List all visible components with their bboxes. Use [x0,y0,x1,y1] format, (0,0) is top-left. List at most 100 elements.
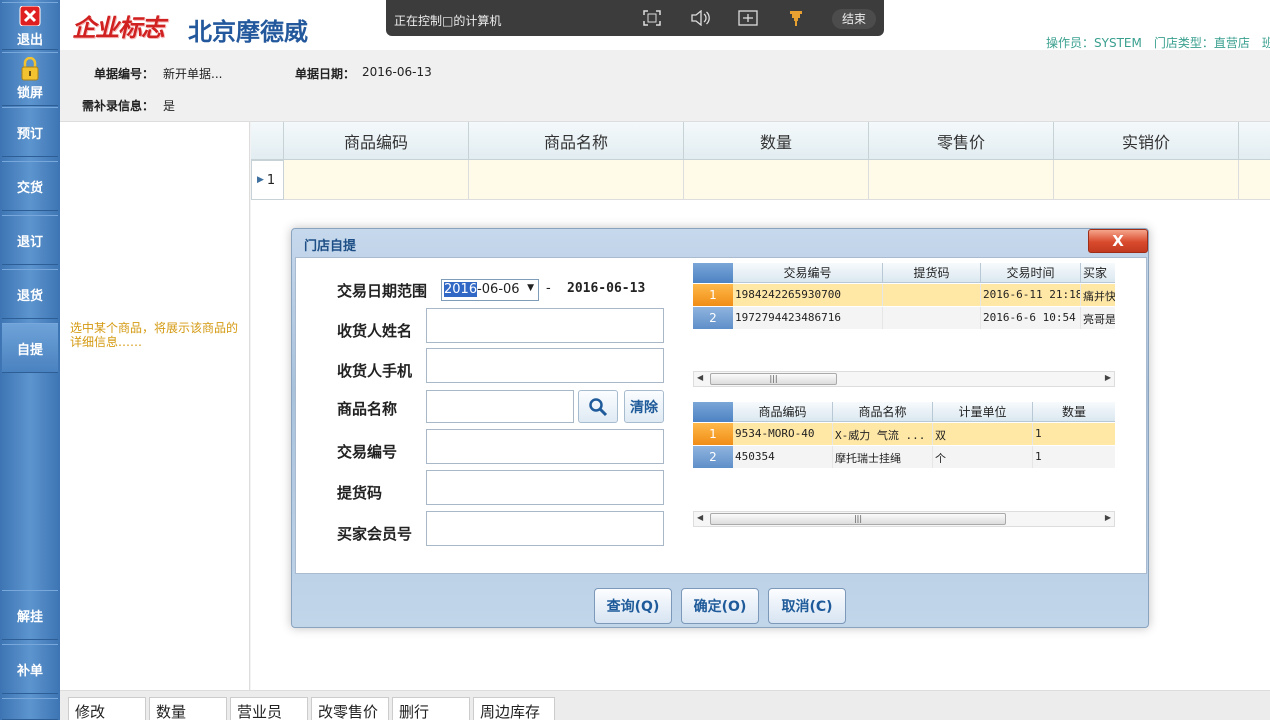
remote-end-button[interactable]: 结束 [832,9,876,29]
doc-no-value: 新开单据... [163,67,223,81]
document-info-bar: 单据编号： 新开单据... 单据日期： 2016-06-13 需补录信息： 是 [60,50,1270,122]
table-cell[interactable] [869,160,1054,200]
sidebar-item-preorder[interactable]: 预订 [2,107,58,157]
column-header[interactable]: 零售价 [869,122,1054,160]
receiver-name-input[interactable] [426,308,664,343]
column-header[interactable]: 商品名称 [469,122,684,160]
table-cell: 个 [933,446,1033,468]
column-header[interactable]: 数量 [1033,402,1115,422]
cancel-button[interactable]: 取消(C) [768,588,846,624]
column-header[interactable]: 提货码 [883,263,981,283]
tab-delete-row[interactable]: 删行 [392,697,470,720]
table-cell[interactable] [1239,160,1270,200]
column-header[interactable]: 交易时间 [981,263,1081,283]
sidebar-item-label: 交货 [16,180,43,196]
product-table-scrollbar[interactable]: ◀ ||| ▶ [693,511,1115,527]
transaction-no-label: 交易编号 [337,443,398,461]
sidebar-item-label: 解挂 [16,609,43,625]
transaction-table-scrollbar[interactable]: ◀ ||| ▶ [693,371,1115,387]
table-cell: 1 [1033,423,1115,445]
sidebar: 退出 锁屏 预订 交货 退订 退货 自提 解挂 补单 [0,0,60,720]
sidebar-item-return[interactable]: 退货 [2,269,58,319]
transaction-no-input[interactable] [426,429,664,464]
query-button[interactable]: 查询(Q) [594,588,672,624]
date-from-rest: -06-06 [477,282,520,297]
row-number: 2 [693,307,733,329]
date-from-picker[interactable]: 2016-06-06 ▼ [441,279,539,301]
table-cell[interactable] [684,160,869,200]
clear-button[interactable]: 清除 [624,390,664,423]
table-cell: 双 [933,423,1033,445]
close-icon [18,5,42,27]
pos-app: 退出 锁屏 预订 交货 退订 退货 自提 解挂 补单 企业标志 北京摩德威 操作… [0,0,1270,720]
column-header[interactable]: 计量单位 [933,402,1033,422]
pickup-code-input[interactable] [426,470,664,505]
tab-salesperson[interactable]: 营业员 [230,697,308,720]
operator-info: 操作员：SYSTEM 门店类型：直营店 班次 [1046,36,1270,50]
sidebar-item-label: 锁屏 [16,85,43,101]
tab-change-retail-price[interactable]: 改零售价 [311,697,389,720]
column-header[interactable]: 商品编码 [284,122,469,160]
scrollbar-thumb[interactable]: ||| [710,373,837,385]
tab-nearby-stock[interactable]: 周边库存 [473,697,555,720]
dialog-close-button[interactable]: X [1088,229,1148,253]
row-header-corner [693,402,733,422]
sidebar-item-supplement[interactable]: 补单 [2,644,58,694]
bottom-toolbar: 修改 数量 营业员 改零售价 删行 周边库存 [60,690,1270,720]
sidebar-item-label: 退出 [16,32,43,48]
chevron-down-icon[interactable]: ▼ [527,283,534,293]
column-header[interactable]: 数量 [684,122,869,160]
scroll-left-icon[interactable]: ◀ [697,513,703,522]
lock-icon [18,56,42,80]
column-header[interactable]: 实销价 [1054,122,1239,160]
search-button[interactable] [578,390,618,423]
sidebar-item-unhold[interactable]: 解挂 [2,590,58,640]
sidebar-item-more[interactable] [2,698,58,720]
table-cell[interactable] [284,160,469,200]
tab-quantity[interactable]: 数量 [149,697,227,720]
search-icon [589,397,608,416]
table-cell [883,284,981,306]
row-number: 1 [693,423,733,445]
receiver-phone-label: 收货人手机 [337,362,413,380]
scroll-left-icon[interactable]: ◀ [697,373,703,382]
table-cell: 1984242265930700 [733,284,883,306]
sidebar-item-exit[interactable]: 退出 [2,2,58,50]
table-cell: 2016-6-11 21:18 [981,284,1081,306]
scroll-right-icon[interactable]: ▶ [1105,513,1111,522]
table-cell: 摩托瑞士挂绳 [833,446,933,468]
table-cell: 1 [1033,446,1115,468]
sidebar-item-lock[interactable]: 锁屏 [2,52,58,106]
pin-icon[interactable] [786,9,806,27]
column-header[interactable]: 交易编号 [733,263,883,283]
product-table: 商品编码 商品名称 计量单位 数量 1 9534-MORO-40 X-威力 气流… [693,402,1115,468]
date-to-value[interactable]: 2016-06-13 [567,281,645,296]
date-separator: - [546,281,551,296]
row-header[interactable]: ▶ 1 [251,160,284,200]
sidebar-item-delivery[interactable]: 交货 [2,161,58,211]
member-no-input[interactable] [426,511,664,546]
doc-date-label: 单据日期： [295,67,356,81]
column-header[interactable]: 商品名称 [833,402,933,422]
column-header[interactable]: 买家 [1081,263,1115,283]
pickup-code-label: 提货码 [337,484,383,502]
sidebar-item-cancel-order[interactable]: 退订 [2,215,58,265]
scroll-right-icon[interactable]: ▶ [1105,373,1111,382]
product-name-input[interactable] [426,390,574,423]
scrollbar-thumb[interactable]: ||| [710,513,1006,525]
volume-icon[interactable] [690,9,710,27]
keyboard-icon[interactable] [738,9,758,27]
sidebar-item-label: 自提 [16,342,43,358]
sidebar-item-self-pickup[interactable]: 自提 [2,323,58,373]
fullscreen-icon[interactable] [642,9,662,27]
column-header[interactable]: 商品编码 [733,402,833,422]
receiver-phone-input[interactable] [426,348,664,383]
table-cell[interactable] [469,160,684,200]
row-pointer-icon: ▶ [257,175,264,185]
tab-edit[interactable]: 修改 [68,697,146,720]
doc-date-value: 2016-06-13 [362,65,432,79]
table-cell[interactable] [1054,160,1239,200]
confirm-button[interactable]: 确定(O) [681,588,759,624]
row-number: 1 [693,284,733,306]
self-pickup-dialog: 门店自提 X 交易日期范围 2016-06-06 ▼ - 2016-06-13 … [291,228,1149,628]
